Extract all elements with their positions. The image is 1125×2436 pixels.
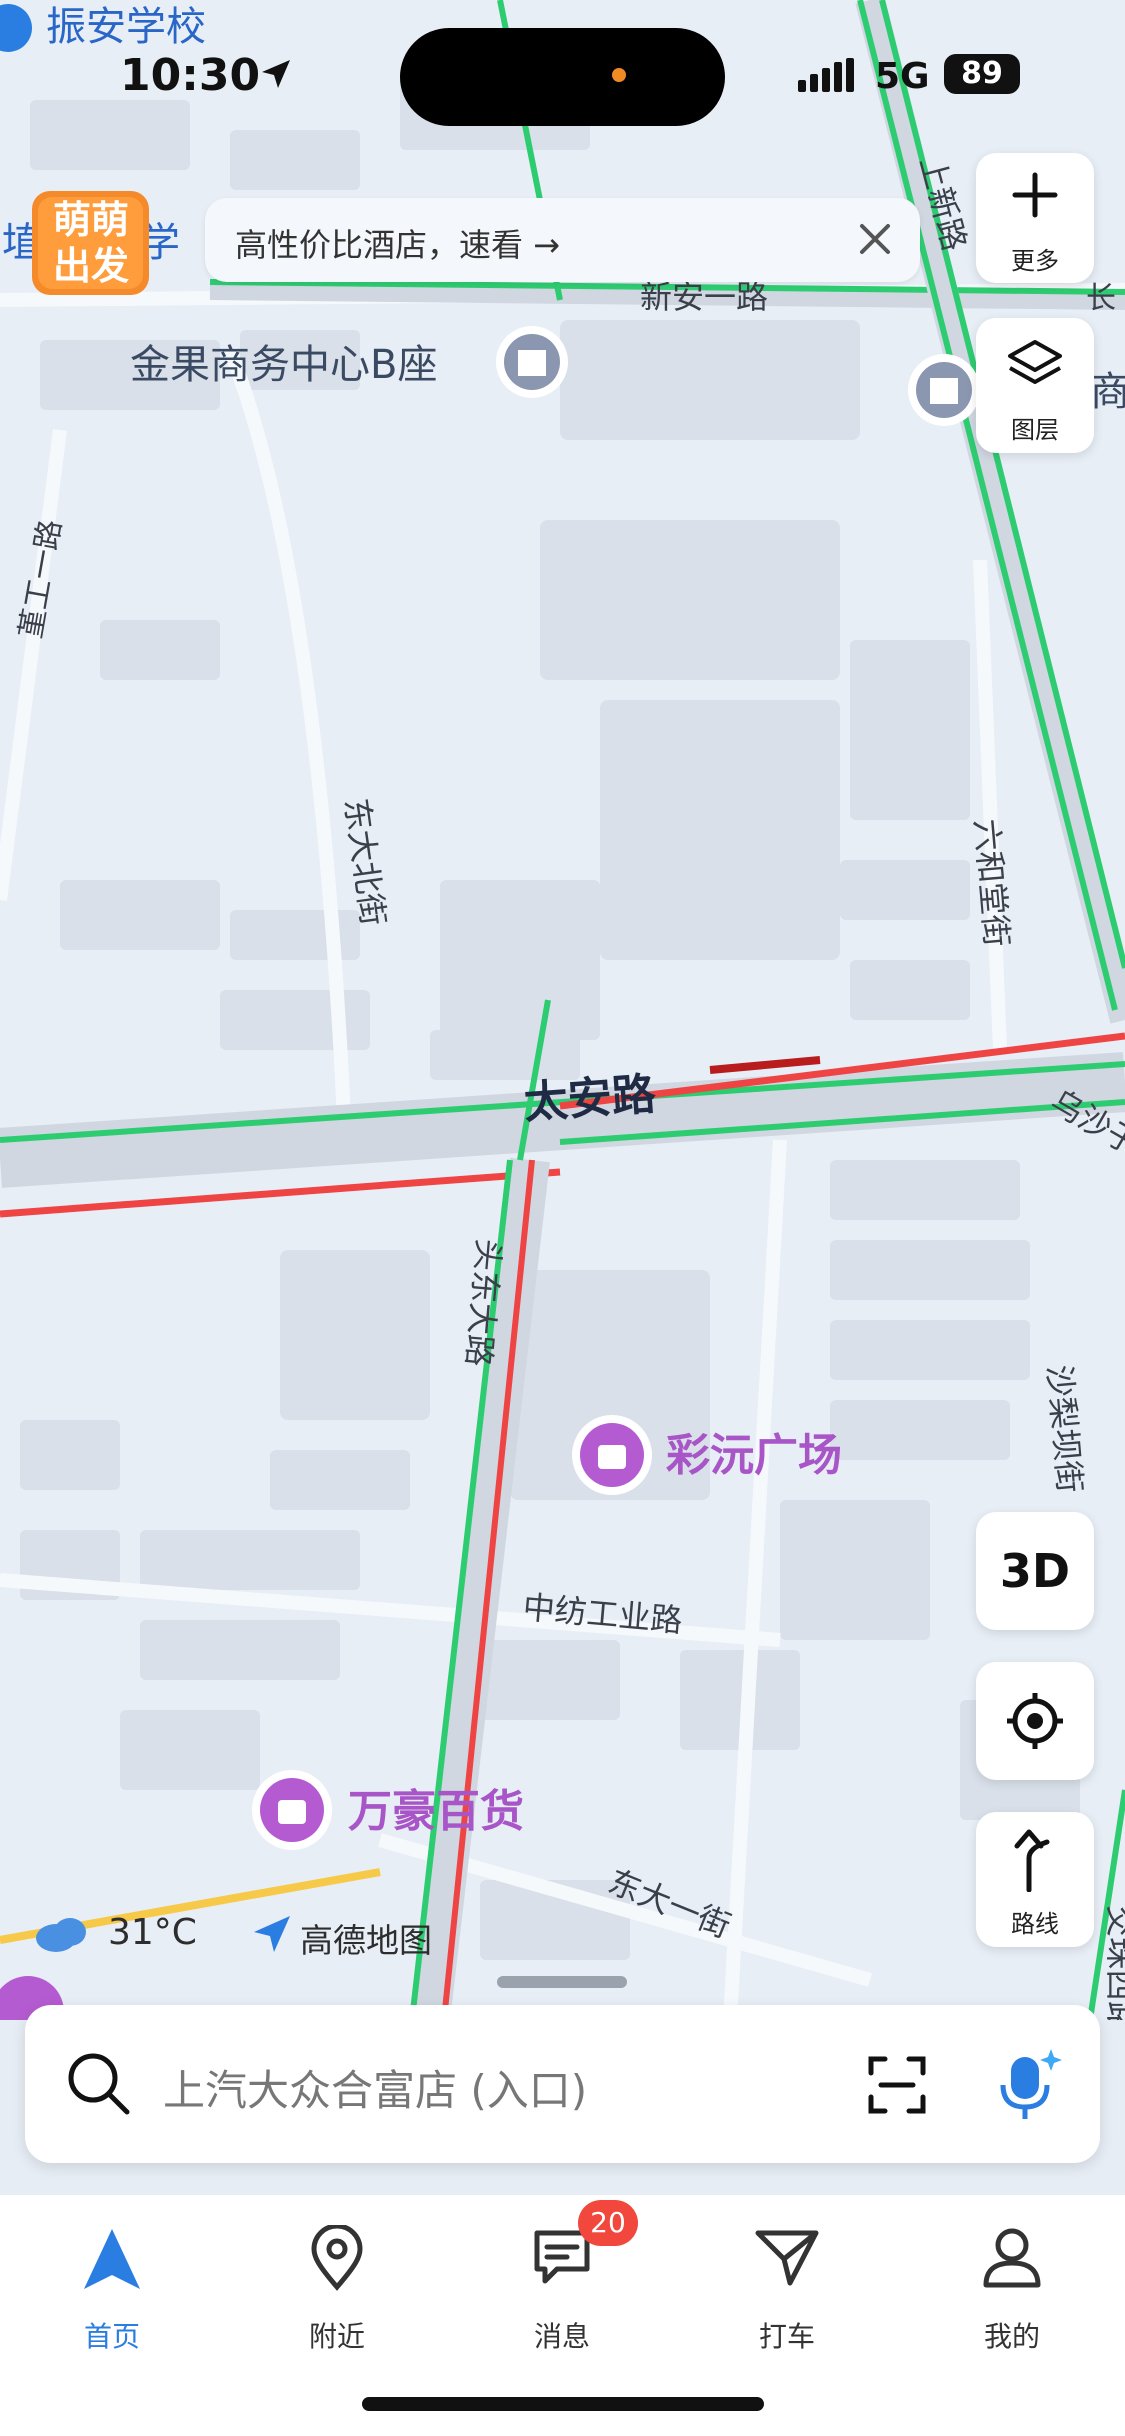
label-jinguo: 金果商务中心B座: [130, 342, 437, 388]
hotel-banner[interactable]: 高性价比酒店，速看 →: [205, 198, 920, 282]
profile-icon: [983, 2228, 1041, 2288]
navigate-arrow-icon: [84, 2229, 140, 2289]
label-wanhao: 万豪百货: [348, 1786, 524, 1837]
close-icon[interactable]: [850, 214, 900, 264]
sheet-handle[interactable]: [497, 1976, 627, 1988]
search-icon: [68, 2053, 130, 2115]
scan-icon[interactable]: [865, 2053, 929, 2117]
layers-button[interactable]: 图层: [976, 318, 1094, 453]
brand-label: 高德地图: [300, 1921, 432, 1960]
promo-badge[interactable]: 萌萌出发: [28, 185, 153, 300]
route-icon: [1014, 1829, 1050, 1892]
layers-icon: [1008, 340, 1062, 384]
more-button[interactable]: 更多: [976, 153, 1094, 283]
taxi-icon: [755, 2230, 819, 2286]
network-type: 5G: [875, 56, 930, 97]
road-label-chang: 长: [1086, 281, 1116, 316]
route-label: 路线: [1011, 1910, 1059, 1938]
label-caiyuan: 彩沅广场: [666, 1430, 842, 1481]
tab-label-home: 首页: [83, 2320, 140, 2353]
cloud-icon: [36, 1918, 86, 1952]
privacy-indicator-dot: [612, 68, 626, 82]
3d-label: 3D: [999, 1544, 1071, 1598]
search-bar[interactable]: 上汽大众合富店 (入口): [25, 2005, 1100, 2163]
route-button[interactable]: 路线: [976, 1812, 1094, 1947]
tab-label-messages: 消息: [533, 2320, 590, 2353]
tab-label-taxi: 打车: [758, 2320, 815, 2353]
home-indicator[interactable]: [362, 2397, 764, 2411]
location-arrow-icon: [262, 60, 290, 88]
voice-icon[interactable]: [985, 2045, 1065, 2125]
my-location-button[interactable]: [976, 1662, 1094, 1780]
plus-icon: [1012, 172, 1058, 218]
tab-label-profile: 我的: [983, 2320, 1040, 2353]
banner-text: 高性价比酒店，速看 →: [235, 226, 560, 264]
weather-temp: 31°C: [108, 1912, 197, 1953]
map-canvas[interactable]: 金果商务中心B座 商 彩沅广场 万豪百货 新安一路 长 上新路 堇工一路 东大北…: [0, 0, 1125, 2020]
gaode-logo-icon: [254, 1916, 290, 1952]
search-input[interactable]: 上汽大众合富店 (入口): [163, 2057, 587, 2118]
battery-level: 89: [944, 54, 1020, 94]
locate-icon: [1007, 1693, 1063, 1749]
location-pin-icon: [311, 2225, 363, 2291]
road-label-jiaozhi: 交珠西路: [1102, 1905, 1125, 2020]
road-label-xinan: 新安一路: [640, 278, 768, 316]
road-label-taian: 太安路: [522, 1069, 658, 1129]
label-right-partial: 商: [1090, 369, 1125, 415]
dynamic-island: [400, 28, 725, 126]
status-time: 10:30: [120, 50, 261, 101]
tab-label-nearby: 附近: [308, 2320, 365, 2353]
layers-label: 图层: [1011, 416, 1059, 444]
promo-badge-text: 萌萌出发: [52, 198, 129, 288]
status-bar: 10:30 5G 89: [0, 0, 1125, 140]
signal-icon: [798, 58, 854, 92]
3d-button[interactable]: 3D: [976, 1512, 1094, 1630]
more-label: 更多: [1011, 247, 1059, 275]
messages-badge: 20: [578, 2200, 638, 2246]
